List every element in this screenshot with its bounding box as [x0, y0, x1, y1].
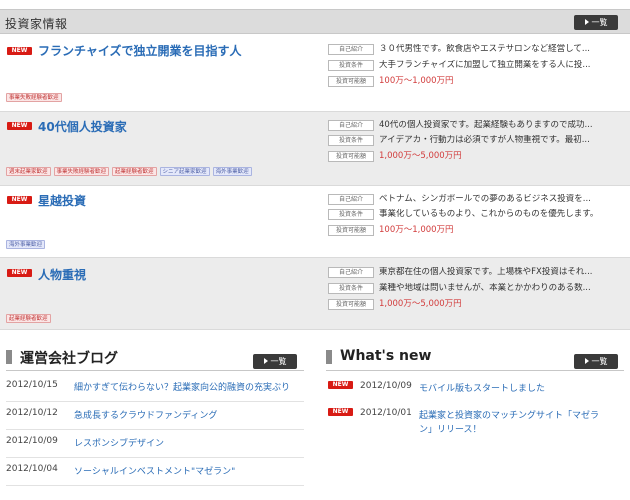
news-list-button[interactable]: 一覧 [574, 354, 618, 369]
investment-amount: 100万～1,000万円 [379, 225, 454, 235]
info-label: 投資可能額 [328, 299, 374, 310]
investor-section-title: 投資家情報 [5, 17, 68, 31]
info-text: ベトナム、シンガポールでの夢のあるビジネス投資を... [379, 194, 591, 204]
play-arrow-icon [263, 358, 268, 364]
play-arrow-icon [584, 358, 589, 364]
info-text: ３０代男性です。飲食店やエステサロンなど経営して... [379, 44, 591, 54]
investor-title-link[interactable]: 人物重視 [38, 266, 86, 283]
info-label: 投資条件 [328, 135, 374, 146]
info-label: 投資可能額 [328, 76, 374, 87]
info-label: 自己紹介 [328, 44, 374, 55]
blog-entry-date: 2012/10/04 [6, 464, 58, 474]
blog-list-button[interactable]: 一覧 [253, 354, 297, 369]
info-label: 投資可能額 [328, 225, 374, 236]
new-badge: NEW [7, 269, 32, 277]
investor-tags: 事業失敗経験者歓迎 [6, 93, 62, 102]
news-entry-date: 2012/10/09 [360, 381, 412, 391]
info-text: 業種や地域は問いませんが、本業とかかわりのある数... [379, 283, 591, 293]
tag: 週末起業家歓迎 [6, 167, 51, 176]
blog-entry-date: 2012/10/12 [6, 408, 58, 418]
investor-item: NEW 40代個人投資家 週末起業家歓迎 事業失敗経験者歓迎 起業経験者歓迎 シ… [0, 112, 630, 186]
divider [6, 370, 304, 371]
divider [326, 370, 624, 371]
news-entry-link[interactable]: モバイル版もスタートしました [419, 381, 545, 394]
blog-entry: 2012/10/09 レスポンシブデザイン [6, 436, 304, 458]
info-text: 事業化しているものより、これからのものを優先します。 [379, 209, 599, 219]
investor-item: NEW フランチャイズで独立開業を目指す人 事業失敗経験者歓迎 自己紹介 ３０代… [0, 38, 630, 112]
investment-amount: 1,000万～5,000万円 [379, 299, 462, 309]
tag: 起業経験者歓迎 [6, 314, 51, 323]
investment-amount: 100万～1,000万円 [379, 76, 454, 86]
tag: 起業経験者歓迎 [112, 167, 157, 176]
blog-list-button-label: 一覧 [270, 357, 287, 366]
tag: 事業失敗経験者歓迎 [6, 93, 62, 102]
news-entry-date: 2012/10/01 [360, 408, 412, 418]
info-label: 投資条件 [328, 60, 374, 71]
info-text: 大手フランチャイズに加盟して独立開業をする人に投... [379, 60, 591, 70]
tag: 海外事業歓迎 [212, 167, 252, 176]
blog-section-title: 運営会社ブログ [20, 351, 118, 367]
blog-entry-link[interactable]: 細かすぎて伝わらない？起業家向公的融資の充実ぶり [74, 380, 290, 393]
news-section-title: What's new [340, 348, 432, 364]
news-entry-link-continued[interactable]: ン」リリース！ [419, 422, 482, 435]
info-text: 40代の個人投資家です。起業経験もありますので成功... [379, 120, 593, 130]
blog-entry: 2012/10/15 細かすぎて伝わらない？起業家向公的融資の充実ぶり [6, 380, 304, 402]
tag: シニア起業家歓迎 [159, 167, 210, 176]
blog-entry-link[interactable]: 急成長するクラウドファンディング [74, 408, 217, 421]
blog-entry-date: 2012/10/09 [6, 436, 58, 446]
tag: 事業失敗経験者歓迎 [53, 167, 110, 176]
new-badge: NEW [328, 381, 353, 389]
info-label: 自己紹介 [328, 120, 374, 131]
news-entry-link[interactable]: 起業家と投資家のマッチングサイト「マゼラ [419, 408, 599, 421]
blog-entry-link[interactable]: レスポンシブデザイン [74, 436, 164, 449]
tag: 海外事業歓迎 [6, 240, 46, 249]
blog-entry-link[interactable]: ソーシャルインベストメント"マゼラン" [74, 464, 235, 477]
blog-entry: 2012/10/04 ソーシャルインベストメント"マゼラン" [6, 464, 304, 486]
investor-tags: 海外事業歓迎 [6, 240, 46, 249]
blog-entry: 2012/10/12 急成長するクラウドファンディング [6, 408, 304, 430]
blog-section-header: 運営会社ブログ 一覧 [6, 348, 304, 369]
investor-title-link[interactable]: フランチャイズで独立開業を目指す人 [38, 42, 242, 59]
play-arrow-icon [584, 19, 589, 25]
section-marker [326, 350, 332, 364]
news-entry: NEW 2012/10/01 起業家と投資家のマッチングサイト「マゼラ ン」リリ… [328, 408, 624, 438]
blog-entry-date: 2012/10/15 [6, 380, 58, 390]
new-badge: NEW [7, 47, 32, 55]
info-text: アイデアカ・行動力は必須ですが人物重視です。最初... [379, 135, 590, 145]
investor-title-link[interactable]: 星越投資 [38, 192, 86, 209]
info-label: 自己紹介 [328, 194, 374, 205]
new-badge: NEW [7, 122, 32, 130]
new-badge: NEW [328, 408, 353, 416]
info-label: 自己紹介 [328, 267, 374, 278]
news-list-button-label: 一覧 [591, 357, 608, 366]
investor-section-header: 投資家情報 一覧 [0, 9, 630, 34]
investor-item: NEW 星越投資 海外事業歓迎 自己紹介 ベトナム、シンガポールでの夢のあるビジ… [0, 186, 630, 258]
investor-list-button[interactable]: 一覧 [574, 15, 618, 30]
investor-title-link[interactable]: 40代個人投資家 [38, 118, 127, 135]
investor-item: NEW 人物重視 起業経験者歓迎 自己紹介 東京都在住の個人投資家です。上場株や… [0, 258, 630, 330]
news-section-header: What's new 一覧 [326, 348, 624, 369]
investor-list-button-label: 一覧 [591, 18, 608, 27]
section-marker [6, 350, 12, 364]
investor-tags: 起業経験者歓迎 [6, 314, 51, 323]
new-badge: NEW [7, 196, 32, 204]
info-label: 投資条件 [328, 209, 374, 220]
investor-tags: 週末起業家歓迎 事業失敗経験者歓迎 起業経験者歓迎 シニア起業家歓迎 海外事業歓… [6, 167, 252, 176]
info-text: 東京都在住の個人投資家です。上場株やFX投資はそれ... [379, 267, 593, 277]
info-label: 投資可能額 [328, 151, 374, 162]
info-label: 投資条件 [328, 283, 374, 294]
investment-amount: 1,000万～5,000万円 [379, 151, 462, 161]
news-entry: NEW 2012/10/09 モバイル版もスタートしました [328, 381, 624, 401]
